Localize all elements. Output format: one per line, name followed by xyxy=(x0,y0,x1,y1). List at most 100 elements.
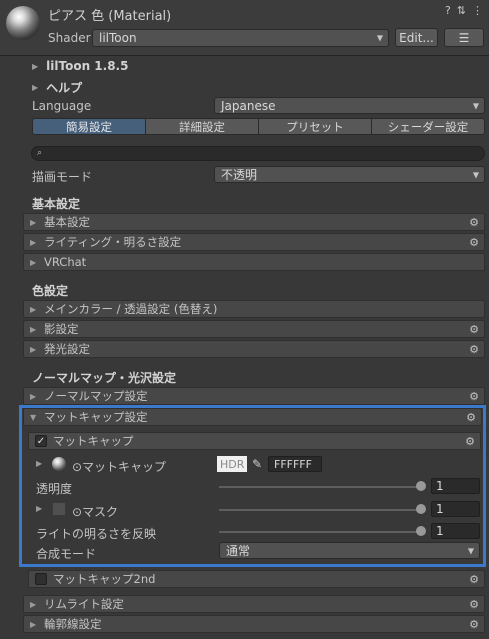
section-label: マットキャップ設定 xyxy=(44,410,148,424)
eyedropper-icon[interactable]: ✎ xyxy=(252,457,262,471)
triangle-right-icon[interactable]: ▶ xyxy=(36,459,42,468)
gear-icon[interactable]: ⚙ xyxy=(469,573,479,586)
outline-section[interactable]: ▶ 輪郭線設定 ⚙ xyxy=(23,615,485,633)
gear-icon[interactable]: ⚙ xyxy=(465,435,475,448)
blend-mode-value: 通常 xyxy=(226,544,251,558)
basic-heading: 基本設定 xyxy=(32,197,81,211)
section-label: 輪郭線設定 xyxy=(44,617,102,631)
vrchat-section[interactable]: ▶ VRChat xyxy=(23,253,485,271)
shadow-section[interactable]: ▶ 影設定 ⚙ xyxy=(23,320,485,338)
light-label: ライトの明るさを反映 xyxy=(36,527,157,541)
shader-value: lilToon xyxy=(99,31,137,45)
mask-texture-thumbnail[interactable] xyxy=(52,502,66,516)
language-value: Japanese xyxy=(221,98,276,113)
triangle-right-icon: ▶ xyxy=(30,391,37,401)
hdr-color-swatch[interactable]: HDR xyxy=(217,456,247,472)
triangle-right-icon: ▶ xyxy=(30,324,37,334)
version-foldout[interactable]: ▶ lilToon 1.8.5 xyxy=(32,59,128,73)
mask-input[interactable]: 1 xyxy=(431,501,480,517)
matcap-texture-thumbnail[interactable] xyxy=(52,457,66,471)
triangle-right-icon: ▶ xyxy=(30,619,37,629)
render-mode-dropdown[interactable]: 不透明 ▼ xyxy=(214,166,485,183)
section-label: 基本設定 xyxy=(44,215,90,229)
matcap-checkbox[interactable]: ✓ xyxy=(35,435,47,447)
mask-slider-thumb[interactable] xyxy=(416,504,426,514)
preset-icon[interactable]: ⇅ xyxy=(457,4,466,17)
mask-slider-track[interactable] xyxy=(219,509,425,511)
matcap-texture-label: ⊙マットキャップ xyxy=(72,460,167,474)
section-label: ノーマルマップ設定 xyxy=(44,389,148,403)
header-icons: ? ⇅ ⋮ xyxy=(445,4,483,17)
gear-icon[interactable]: ⚙ xyxy=(469,323,479,336)
lighting-section[interactable]: ▶ ライティング・明るさ設定 ⚙ xyxy=(23,233,485,251)
triangle-down-icon: ▼ xyxy=(30,412,37,422)
material-title: ピアス 色 (Material) xyxy=(48,9,172,24)
light-slider-thumb[interactable] xyxy=(416,526,426,536)
mode-tabs: 簡易設定 詳細設定 プリセット シェーダー設定 xyxy=(32,118,485,135)
color-heading: 色設定 xyxy=(32,284,69,298)
basic-settings-section[interactable]: ▶ 基本設定 ⚙ xyxy=(23,213,485,231)
triangle-right-icon: ▶ xyxy=(30,217,37,227)
gear-icon[interactable]: ⚙ xyxy=(469,236,479,249)
shader-list-button[interactable]: ☰ xyxy=(444,28,484,47)
tab-preset[interactable]: プリセット xyxy=(259,119,372,134)
gear-icon[interactable]: ⚙ xyxy=(469,343,479,356)
light-input[interactable]: 1 xyxy=(431,523,480,539)
gear-icon[interactable]: ⚙ xyxy=(469,216,479,229)
help-label: ヘルプ xyxy=(46,81,83,95)
section-label: 影設定 xyxy=(44,322,79,336)
chevron-down-icon: ▼ xyxy=(467,546,474,555)
light-slider-track[interactable] xyxy=(219,531,425,533)
context-menu-icon[interactable]: ⋮ xyxy=(472,4,483,17)
section-label: ライティング・明るさ設定 xyxy=(44,235,182,249)
chevron-down-icon: ▼ xyxy=(472,101,479,110)
shader-label: Shader xyxy=(48,31,91,45)
matcap2-row[interactable]: マットキャップ2nd ⚙ xyxy=(28,570,485,588)
opacity-slider-track[interactable] xyxy=(219,486,425,488)
help-icon[interactable]: ? xyxy=(445,4,451,17)
shader-dropdown[interactable]: lilToon ▼ xyxy=(92,29,389,47)
chevron-down-icon: ▼ xyxy=(472,170,479,179)
list-icon: ☰ xyxy=(458,30,470,45)
triangle-right-icon: ▶ xyxy=(30,344,37,354)
triangle-right-icon: ▶ xyxy=(32,61,39,71)
chevron-down-icon: ▼ xyxy=(376,33,383,43)
gear-icon[interactable]: ⚙ xyxy=(469,618,479,631)
triangle-right-icon: ▶ xyxy=(30,257,37,267)
help-foldout[interactable]: ▶ ヘルプ xyxy=(32,79,82,96)
main-color-section[interactable]: ▶ メインカラー / 透過設定 (色替え) xyxy=(23,300,485,318)
tab-advanced[interactable]: 詳細設定 xyxy=(146,119,259,134)
color-hex-field[interactable]: FFFFFF xyxy=(268,456,322,472)
matcap-enable-label: マットキャップ xyxy=(53,434,134,448)
search-input[interactable]: ⌕ xyxy=(31,146,485,161)
emission-section[interactable]: ▶ 発光設定 ⚙ xyxy=(23,340,485,358)
blend-mode-dropdown[interactable]: 通常 ▼ xyxy=(219,542,480,559)
search-icon: ⌕ xyxy=(37,148,43,158)
triangle-right-icon: ▶ xyxy=(30,599,37,609)
version-label: lilToon 1.8.5 xyxy=(46,59,129,73)
matcap-enable-row: ✓ マットキャップ ⚙ xyxy=(28,432,481,450)
triangle-right-icon: ▶ xyxy=(30,237,37,247)
gear-icon[interactable]: ⚙ xyxy=(469,598,479,611)
section-label: リムライト設定 xyxy=(44,597,124,611)
language-dropdown[interactable]: Japanese ▼ xyxy=(214,97,485,114)
rimlight-section[interactable]: ▶ リムライト設定 ⚙ xyxy=(23,595,485,613)
matcap2-checkbox[interactable] xyxy=(35,573,47,585)
render-mode-label: 描画モード xyxy=(32,170,93,184)
matcap-settings-section[interactable]: ▼ マットキャップ設定 ⚙ xyxy=(23,408,482,426)
tab-shader-settings[interactable]: シェーダー設定 xyxy=(372,119,484,134)
material-preview-icon xyxy=(6,6,40,40)
section-label: 発光設定 xyxy=(44,342,90,356)
section-label: VRChat xyxy=(44,255,87,269)
tab-simple[interactable]: 簡易設定 xyxy=(33,119,146,134)
mask-label: ⊙マスク xyxy=(72,505,119,519)
triangle-right-icon[interactable]: ▶ xyxy=(36,504,42,513)
normal-map-section[interactable]: ▶ ノーマルマップ設定 ⚙ xyxy=(23,387,485,405)
opacity-input[interactable]: 1 xyxy=(431,478,480,494)
language-label: Language xyxy=(32,99,92,113)
edit-shader-button[interactable]: Edit... xyxy=(395,28,438,47)
opacity-slider-thumb[interactable] xyxy=(416,481,426,491)
gear-icon[interactable]: ⚙ xyxy=(466,411,476,424)
gear-icon[interactable]: ⚙ xyxy=(469,390,479,403)
blend-mode-label: 合成モード xyxy=(36,547,97,561)
